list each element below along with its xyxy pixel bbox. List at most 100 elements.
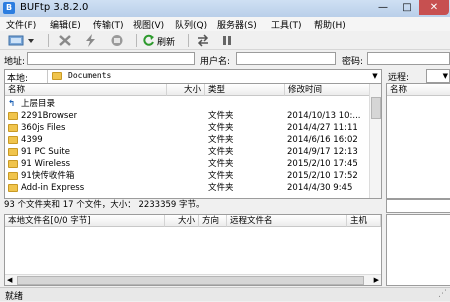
pause-button[interactable] bbox=[220, 34, 234, 47]
toolbar-separator bbox=[136, 34, 137, 47]
toolbar: 刷新 bbox=[0, 32, 450, 50]
folder-icon bbox=[8, 148, 18, 156]
minimize-button[interactable]: — bbox=[371, 0, 395, 15]
scrollbar-thumb[interactable] bbox=[371, 97, 381, 119]
password-input[interactable] bbox=[367, 52, 450, 65]
refresh-label: 刷新 bbox=[157, 38, 176, 48]
local-path-bar: 本地: Documents ▼ bbox=[4, 69, 382, 84]
stop-button[interactable] bbox=[110, 34, 124, 47]
folder-icon bbox=[8, 136, 18, 144]
menu-transfer[interactable]: 传输(T) bbox=[93, 18, 124, 31]
table-row[interactable]: Add-in Express 文件夹 2014/4/30 9:45 bbox=[5, 182, 369, 194]
queue-header-remote[interactable]: 远程文件名 bbox=[227, 215, 347, 227]
username-label: 用户名: bbox=[200, 57, 231, 67]
file-modified: 2014/9/17 12:13 bbox=[287, 147, 358, 157]
folder-icon bbox=[8, 160, 18, 168]
menu-bar: 文件(F) 编辑(E) 传输(T) 视图(V) 队列(Q) 服务器(S) 工具(… bbox=[0, 17, 450, 31]
window-title: BUFtp 3.8.2.0 bbox=[20, 2, 89, 13]
connection-bar: 地址: 用户名: 密码: bbox=[0, 51, 450, 67]
username-input[interactable] bbox=[236, 52, 336, 65]
file-name: 2291Browser bbox=[21, 111, 78, 121]
queue-header-local[interactable]: 本地文件名[0/0 字节] bbox=[5, 215, 165, 227]
chevron-down-icon[interactable]: ▼ bbox=[370, 70, 380, 83]
table-row[interactable]: 91 Wireless 文件夹 2015/2/10 17:45 bbox=[5, 158, 369, 170]
column-header-modified[interactable]: 修改时间 bbox=[285, 84, 370, 96]
up-arrow-icon: ↰ bbox=[8, 99, 16, 109]
sync-icon bbox=[197, 34, 209, 47]
remote-file-list: 名称 bbox=[386, 83, 450, 199]
file-type: 文件夹 bbox=[208, 123, 234, 133]
title-bar: B BUFtp 3.8.2.0 — □ ✕ bbox=[0, 0, 450, 18]
file-name: 91 Wireless bbox=[21, 159, 71, 169]
chevron-right-icon[interactable]: ▶ bbox=[374, 275, 379, 285]
app-icon: B bbox=[3, 2, 15, 14]
lightning-icon bbox=[86, 34, 95, 47]
file-name: 91 PC Suite bbox=[21, 147, 70, 157]
table-row[interactable]: 4399 文件夹 2014/6/16 16:02 bbox=[5, 134, 369, 146]
maximize-button[interactable]: □ bbox=[395, 0, 419, 15]
vertical-scrollbar[interactable] bbox=[369, 84, 381, 198]
file-type: 文件夹 bbox=[208, 135, 234, 145]
queue-header-size[interactable]: 大小 bbox=[165, 215, 199, 227]
refresh-icon bbox=[143, 34, 154, 46]
quick-connect-button[interactable] bbox=[84, 34, 98, 47]
queue-side-panel bbox=[386, 214, 450, 286]
menu-queue[interactable]: 队列(Q) bbox=[175, 18, 207, 31]
column-header-type[interactable]: 类型 bbox=[205, 84, 285, 96]
disconnect-button[interactable] bbox=[58, 34, 72, 47]
menu-file[interactable]: 文件(F) bbox=[6, 18, 36, 31]
resize-grip-icon[interactable]: ⋰ bbox=[438, 289, 447, 299]
folder-icon bbox=[8, 184, 18, 192]
list-item-up-dir[interactable]: ↰ 上层目录 bbox=[5, 98, 369, 110]
file-modified: 2015/2/10 17:52 bbox=[287, 171, 358, 181]
remote-path-bar: 远程: ▼ bbox=[386, 69, 450, 83]
address-label: 地址: bbox=[4, 57, 26, 67]
folder-icon bbox=[8, 124, 18, 132]
remote-path-combo[interactable]: ▼ bbox=[426, 69, 450, 83]
refresh-button[interactable]: 刷新 bbox=[143, 34, 183, 48]
toolbar-separator bbox=[48, 34, 49, 47]
local-path-value: Documents bbox=[68, 71, 112, 80]
menu-server[interactable]: 服务器(S) bbox=[217, 18, 257, 31]
queue-header-host[interactable]: 主机 bbox=[347, 215, 381, 227]
column-header-remote-name[interactable]: 名称 bbox=[387, 84, 450, 96]
toolbar-separator bbox=[188, 34, 189, 47]
local-status-text: 93 个文件夹和 17 个文件，大小： 2233359 字节。 bbox=[4, 200, 205, 210]
file-type: 文件夹 bbox=[208, 183, 234, 193]
file-type: 文件夹 bbox=[208, 111, 234, 121]
column-header-name[interactable]: 名称 bbox=[5, 84, 167, 96]
remote-label: 远程: bbox=[388, 73, 410, 83]
folder-icon bbox=[8, 112, 18, 120]
table-row[interactable]: 360js Files 文件夹 2014/4/27 11:11 bbox=[5, 122, 369, 134]
remote-status-area bbox=[386, 199, 450, 213]
chevron-left-icon[interactable]: ◀ bbox=[7, 275, 12, 285]
horizontal-scrollbar[interactable]: ◀ ▶ bbox=[5, 274, 381, 285]
file-name: 4399 bbox=[21, 135, 43, 145]
table-row[interactable]: 91快传收件箱 文件夹 2015/2/10 17:52 bbox=[5, 170, 369, 182]
local-file-list: 名称 大小 类型 修改时间 ↰ 上层目录 2291Browser 文件夹 201… bbox=[4, 83, 382, 199]
file-name: Add-in Express bbox=[21, 183, 85, 193]
local-path-combo[interactable]: Documents bbox=[47, 70, 370, 83]
close-button[interactable]: ✕ bbox=[419, 0, 449, 15]
file-type: 文件夹 bbox=[208, 171, 234, 181]
sync-button[interactable] bbox=[196, 34, 210, 47]
menu-view[interactable]: 视图(V) bbox=[133, 18, 164, 31]
status-text: 就绪 bbox=[5, 292, 24, 302]
menu-edit[interactable]: 编辑(E) bbox=[50, 18, 81, 31]
scrollbar-thumb[interactable] bbox=[17, 276, 364, 285]
table-row[interactable]: 91 PC Suite 文件夹 2014/9/17 12:13 bbox=[5, 146, 369, 158]
password-label: 密码: bbox=[342, 57, 364, 67]
status-bar: 就绪 ⋰ bbox=[0, 287, 450, 302]
pause-icon bbox=[223, 36, 231, 45]
file-modified: 2014/10/13 10:... bbox=[287, 111, 361, 121]
address-input[interactable] bbox=[27, 52, 195, 65]
queue-header-direction[interactable]: 方向 bbox=[199, 215, 227, 227]
transfer-queue: 本地文件名[0/0 字节] 大小 方向 远程文件名 主机 ◀ ▶ bbox=[4, 214, 382, 286]
connect-button[interactable] bbox=[8, 34, 36, 47]
menu-help[interactable]: 帮助(H) bbox=[314, 18, 346, 31]
table-row[interactable]: 2291Browser 文件夹 2014/10/13 10:... bbox=[5, 110, 369, 122]
menu-tools[interactable]: 工具(T) bbox=[271, 18, 302, 31]
file-modified: 2014/4/27 11:11 bbox=[287, 123, 358, 133]
column-header-size[interactable]: 大小 bbox=[167, 84, 205, 96]
file-name: 91快传收件箱 bbox=[21, 171, 75, 181]
